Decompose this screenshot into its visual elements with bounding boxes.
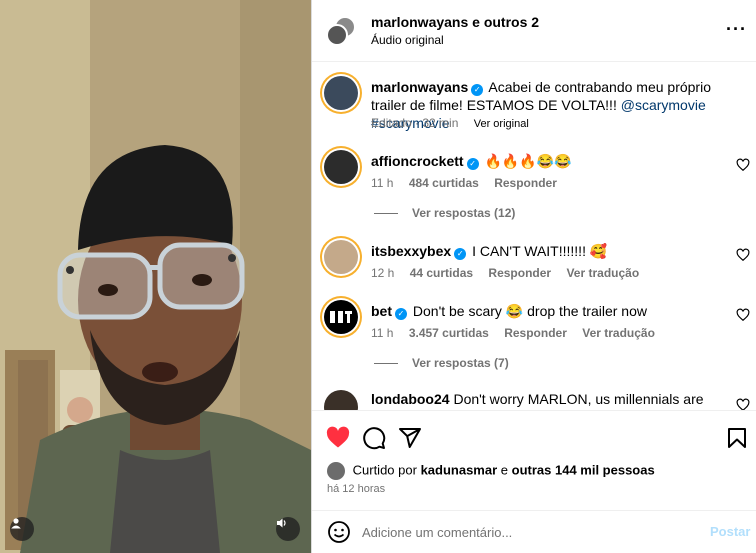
liked-by[interactable]: Curtido por kadunasmar e outras 144 mil …: [327, 462, 655, 480]
save-bookmark-icon[interactable]: [725, 426, 749, 450]
view-replies-button[interactable]: Ver respostas (7): [374, 356, 509, 370]
add-comment-bar: Postar: [312, 510, 756, 553]
verified-badge-icon: ✓: [454, 248, 467, 260]
commenter-avatar[interactable]: [324, 390, 358, 410]
speaker-icon: [277, 518, 286, 528]
comment-text: I CAN'T WAIT!!!!!!! 🥰: [472, 243, 608, 259]
commenter-avatar[interactable]: [324, 300, 358, 334]
post-time[interactable]: há 12 horas: [327, 483, 385, 495]
comment-time: 12 h: [371, 266, 395, 280]
verified-badge-icon: ✓: [471, 84, 484, 96]
post-panel: marlonwayans e outros 2 Áudio original ·…: [311, 0, 756, 553]
comment-time: 11 h: [371, 176, 394, 190]
commenter-avatar[interactable]: [324, 240, 358, 274]
mention-link[interactable]: @scarymovie: [621, 97, 706, 113]
audio-label[interactable]: Áudio original: [371, 33, 444, 47]
caption-author-avatar[interactable]: [324, 76, 358, 110]
comment-likes[interactable]: 44 curtidas: [410, 266, 473, 280]
post-header: marlonwayans e outros 2 Áudio original ·…: [312, 0, 756, 62]
sound-toggle-button[interactable]: [276, 517, 300, 541]
liker-avatar: [327, 462, 345, 480]
commenter-avatar[interactable]: [324, 150, 358, 184]
reply-button[interactable]: Responder: [504, 326, 567, 340]
emoji-icon[interactable]: [327, 520, 351, 544]
like-heart-icon[interactable]: [326, 426, 350, 450]
verified-badge-icon: ✓: [466, 158, 479, 170]
post-authors[interactable]: marlonwayans e outros 2: [371, 14, 539, 30]
comment-likes[interactable]: 3.457 curtidas: [409, 326, 489, 340]
comment-like-heart-icon[interactable]: [736, 248, 750, 262]
comment-username[interactable]: bet: [371, 303, 392, 319]
view-replies-button[interactable]: Ver respostas (12): [374, 206, 515, 220]
comment-like-heart-icon[interactable]: [736, 158, 750, 172]
comment-text: 🔥🔥🔥😂😂: [484, 153, 572, 169]
comment-like-heart-icon[interactable]: [736, 308, 750, 322]
more-options-icon[interactable]: ···: [726, 20, 747, 38]
comment-time: 11 h: [371, 326, 394, 340]
comment-username[interactable]: affioncrockett: [371, 153, 464, 169]
reply-button[interactable]: Responder: [488, 266, 551, 280]
see-original-button[interactable]: Ver original: [474, 118, 529, 130]
bet-logo-icon: [330, 311, 352, 323]
see-translation-button[interactable]: Ver tradução: [582, 326, 655, 340]
caption-username[interactable]: marlonwayans: [371, 79, 468, 95]
user-icon: [11, 518, 21, 529]
comments-list[interactable]: marlonwayans ✓ Acabei de contrabando meu …: [312, 62, 756, 410]
comment-text: Don't be scary 😂 drop the trailer now: [412, 303, 647, 319]
video-frame: [0, 0, 311, 553]
video-player[interactable]: [0, 0, 311, 553]
comment-icon[interactable]: [362, 426, 386, 450]
post-actions: Curtido por kadunasmar e outras 144 mil …: [312, 410, 756, 510]
likes-count[interactable]: outras 144 mil pessoas: [512, 462, 655, 477]
share-icon[interactable]: [398, 426, 422, 450]
post-comment-button[interactable]: Postar: [710, 524, 750, 539]
comment-like-heart-icon[interactable]: [736, 398, 750, 410]
comment-username[interactable]: itsbexxybex: [371, 243, 451, 259]
see-translation-button[interactable]: Ver tradução: [566, 266, 639, 280]
reply-button[interactable]: Responder: [494, 176, 557, 190]
comment-likes[interactable]: 484 curtidas: [409, 176, 479, 190]
liker-username[interactable]: kadunasmar: [421, 462, 498, 477]
author-avatar[interactable]: [326, 24, 348, 46]
comment-username[interactable]: londaboo24: [371, 391, 450, 407]
verified-badge-icon: ✓: [395, 308, 407, 320]
caption-edited-time: Editado · 32 min: [371, 116, 459, 130]
tagged-user-button[interactable]: [10, 517, 34, 541]
comment-input[interactable]: [362, 522, 692, 542]
